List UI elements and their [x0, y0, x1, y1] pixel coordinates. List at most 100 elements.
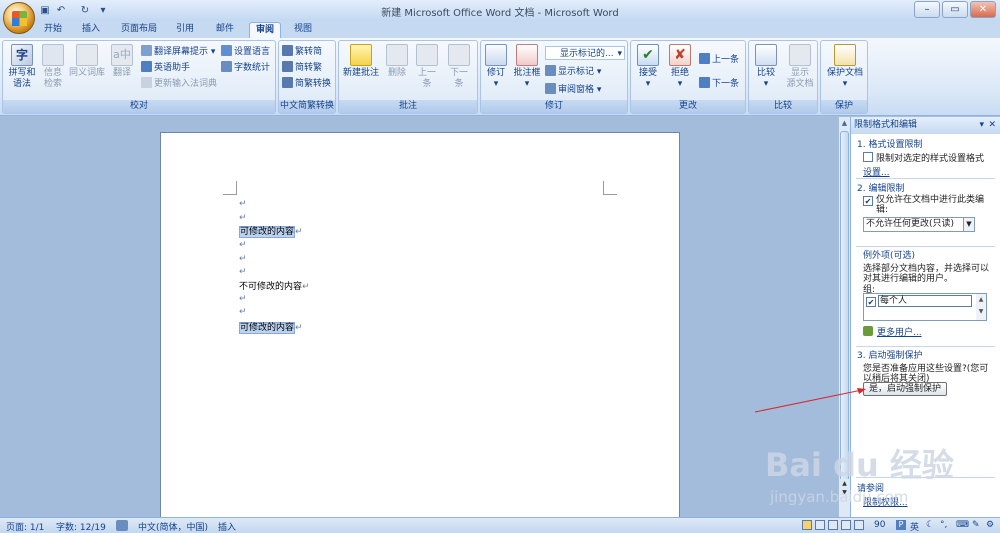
users-icon [863, 326, 873, 336]
close-pane-icon[interactable]: ✕ [988, 117, 996, 134]
tab-insert[interactable]: 插入 [76, 22, 106, 38]
draft-view-icon[interactable] [854, 520, 864, 530]
research-button[interactable]: 信息 检索 [39, 44, 67, 90]
proofing-status-icon[interactable] [116, 520, 128, 531]
display-mode-select[interactable]: 显示标记的... ▾ [545, 46, 625, 60]
next-change-icon [699, 77, 710, 88]
previous-change-button[interactable]: 上一条 [699, 53, 739, 67]
previous-change-label: 上一条 [712, 55, 740, 65]
maximize-button[interactable]: ▭ [942, 1, 968, 18]
editable-text-1[interactable]: 可修改的内容 [239, 226, 296, 238]
paragraph-mark: ↵ [239, 240, 247, 250]
everyone-checkbox[interactable]: ✔ [866, 297, 876, 307]
word-count-icon [221, 61, 232, 72]
balloons-button[interactable]: 批注框 ▾ [511, 44, 543, 90]
punctuation-icon[interactable]: °, [940, 520, 947, 530]
show-source-button[interactable]: 显示 源文档 [783, 44, 817, 90]
settings-icon[interactable]: ⚙ [986, 520, 994, 530]
protect-document-button[interactable]: 保护文档 ▾ [823, 44, 867, 90]
protect-document-label: 保护文档 [826, 68, 863, 78]
tab-page-layout[interactable]: 页面布局 [116, 22, 162, 38]
tools-icon[interactable]: ✎ [972, 520, 980, 530]
next-comment-button[interactable]: 下一 条 [445, 44, 473, 90]
edit-mode-select[interactable]: 不允许任何更改(只读) [863, 217, 975, 232]
page-indicator[interactable]: 页面: 1/1 [6, 520, 44, 533]
group-protect: 保护文档 ▾ 保护 [820, 40, 868, 114]
insert-mode-indicator[interactable]: 插入 [218, 520, 236, 533]
language-indicator[interactable]: 中文(简体，中国) [138, 520, 208, 533]
close-button[interactable]: ✕ [970, 1, 996, 18]
paragraph-mark: ↵ [239, 199, 247, 209]
scroll-up-icon[interactable]: ▲ [840, 119, 849, 129]
spelling-grammar-button[interactable]: 字 拼写和 语法 [5, 44, 39, 90]
chevron-down-icon[interactable]: ▼ [963, 217, 975, 232]
translate-tip-button[interactable]: 翻译屏幕提示 ▾ [141, 45, 215, 59]
paragraph-mark: ↵ [239, 307, 247, 317]
more-users-link[interactable]: 更多用户... [877, 325, 922, 338]
track-changes-button[interactable]: 修订 ▾ [483, 44, 509, 90]
show-markup-button[interactable]: 显示标记 ▾ [545, 65, 601, 79]
compare-button[interactable]: 比较 ▾ [751, 44, 781, 90]
group-compare: 比较 ▾ 显示 源文档 比较 [748, 40, 818, 114]
editable-region-2[interactable]: 可修改的内容↵ [239, 320, 303, 334]
format-settings-link[interactable]: 设置... [863, 165, 890, 178]
tab-references[interactable]: 引用 [170, 22, 200, 38]
outline-view-icon[interactable] [841, 520, 851, 530]
delete-comment-button[interactable]: 删除 [383, 44, 411, 79]
format-restriction-label: 限制对选定的样式设置格式 [876, 154, 985, 164]
groups-list[interactable]: ✔ 每个人 ▲ ▼ [863, 293, 987, 321]
document-page[interactable]: ↵ ↵ 可修改的内容↵ ↵ ↵ ↵ 不可修改的内容↵ ↵ ↵ 可修改的内容↵ [160, 132, 680, 532]
exceptions-description: 对其进行编辑的用户。 [863, 274, 954, 284]
everyone-label[interactable]: 每个人 [878, 295, 972, 307]
word-count-button[interactable]: 字数统计 [221, 61, 270, 75]
moon-icon[interactable]: ☾ [926, 520, 934, 530]
convert-icon [282, 77, 293, 88]
window-title: 新建 Microsoft Office Word 文档 - Microsoft … [381, 8, 619, 19]
editable-region-1[interactable]: 可修改的内容↵ [239, 224, 303, 238]
update-ime-button[interactable]: 更新输入法词典 [141, 77, 217, 91]
new-comment-button[interactable]: 新建批注 [341, 44, 381, 79]
tab-view[interactable]: 视图 [288, 22, 318, 38]
translate-button[interactable]: a中 翻译 [107, 44, 137, 79]
editing-restriction-checkbox[interactable]: ✔ [863, 196, 873, 206]
web-layout-view-icon[interactable] [828, 520, 838, 530]
to-simplified-button[interactable]: 繁转简 [282, 45, 322, 59]
tab-home[interactable]: 开始 [38, 22, 68, 38]
ime-mode-indicator[interactable]: 英 [910, 520, 919, 533]
word-count-indicator[interactable]: 字数: 12/19 [56, 520, 106, 533]
tab-mailings[interactable]: 邮件 [210, 22, 240, 38]
thesaurus-button[interactable]: 同义词库 [67, 44, 107, 79]
convert-button[interactable]: 简繁转换 [282, 77, 331, 91]
accept-dropdown-icon: ▾ [645, 79, 651, 89]
format-restriction-checkbox[interactable] [863, 152, 873, 162]
crop-mark-left [223, 181, 237, 195]
reject-button[interactable]: ✘ 拒绝 ▾ [665, 44, 695, 90]
ribbon: 字 拼写和 语法 信息 检索 同义词库 a中 翻译 翻译屏幕提示 ▾ 英语助手 … [0, 38, 1000, 116]
reviewing-pane-button[interactable]: 审阅窗格 ▾ [545, 83, 601, 97]
track-changes-label: 修订 [486, 68, 505, 78]
start-enforcing-button[interactable]: 是，启动强制保护 [863, 382, 947, 396]
previous-change-icon [699, 53, 710, 64]
english-assistant-button[interactable]: 英语助手 [141, 61, 190, 75]
zoom-level[interactable]: 90 [874, 520, 885, 530]
exceptions-title: 例外项(可选) [863, 251, 916, 261]
previous-comment-button[interactable]: 上一 条 [413, 44, 441, 90]
full-screen-view-icon[interactable] [815, 520, 825, 530]
accept-button[interactable]: ✔ 接受 ▾ [633, 44, 663, 90]
keyboard-icon[interactable]: ⌨ [956, 520, 969, 530]
next-change-button[interactable]: 下一条 [699, 77, 739, 91]
minimize-button[interactable]: – [914, 1, 940, 18]
tab-review[interactable]: 审阅 [249, 22, 281, 38]
office-button[interactable] [3, 2, 35, 34]
convert-label: 简繁转换 [295, 79, 332, 89]
to-traditional-button[interactable]: 简转繁 [282, 61, 322, 75]
ime-icon[interactable]: P [896, 520, 906, 530]
groups-list-scrollbar[interactable]: ▲ ▼ [976, 294, 986, 320]
print-layout-view-icon[interactable] [802, 520, 812, 530]
pane-options-icon[interactable]: ▾ [979, 117, 984, 134]
reject-dropdown-icon: ▾ [677, 79, 683, 89]
editable-text-2[interactable]: 可修改的内容 [239, 322, 296, 334]
set-language-button[interactable]: 设置语言 [221, 45, 270, 59]
status-bar: 页面: 1/1 字数: 12/19 中文(简体，中国) 插入 90 P 英 ☾ … [0, 517, 1000, 533]
thesaurus-icon [76, 44, 98, 66]
